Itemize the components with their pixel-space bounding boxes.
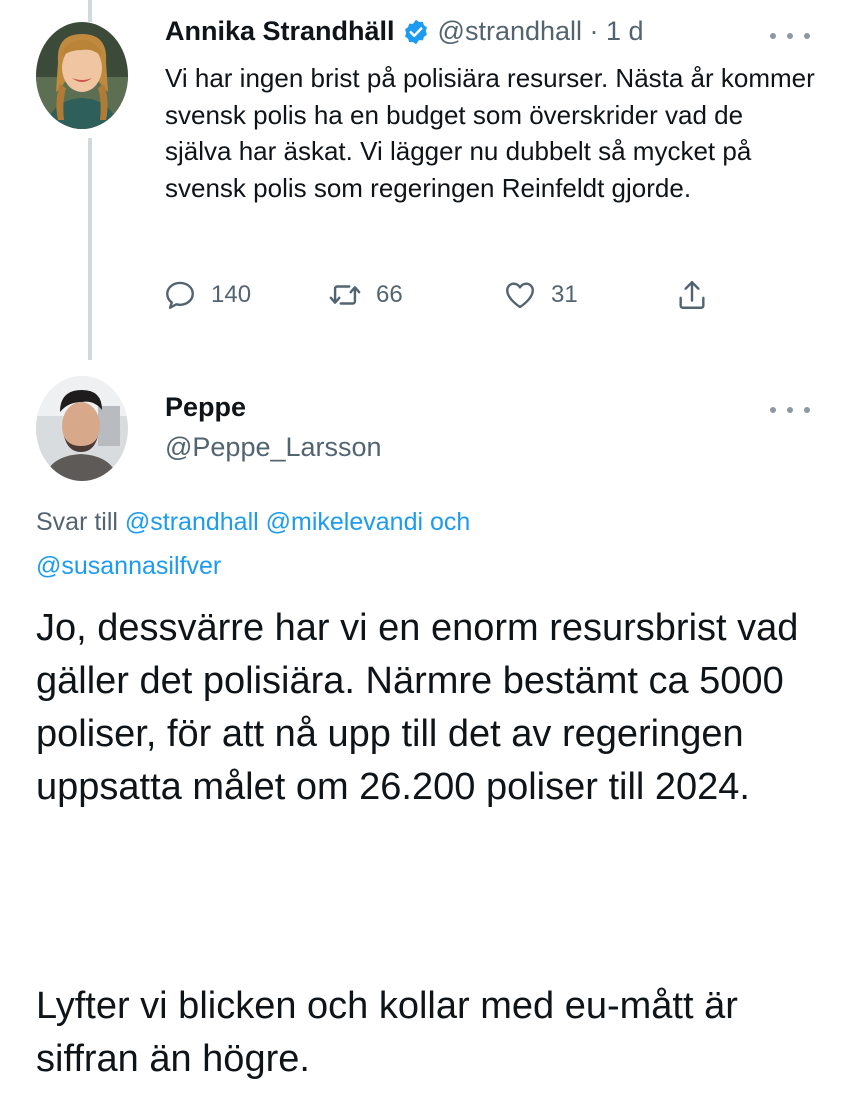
like-count: 31: [551, 281, 578, 308]
thread-line-top: [88, 0, 92, 22]
tweet-actions: 140 66 31: [163, 278, 723, 318]
avatar-image: [36, 376, 128, 481]
retweet-count: 66: [376, 281, 403, 308]
reply-prefix: Svar till: [36, 508, 125, 536]
verified-badge-icon: [404, 19, 427, 44]
like-icon: [506, 282, 534, 309]
author-handle[interactable]: @Peppe_Larsson: [165, 432, 382, 463]
like-button[interactable]: 31: [503, 278, 578, 312]
more-options-icon[interactable]: [770, 26, 810, 46]
reply-context: Svar till @strandhall @mikelevandi och @s…: [36, 500, 796, 588]
avatar-annika[interactable]: [36, 22, 128, 129]
retweet-button[interactable]: 66: [328, 278, 403, 312]
share-icon: [679, 281, 705, 309]
tweet1-header: Annika Strandhäll @strandhall · 1 d: [165, 16, 644, 47]
mention-link[interactable]: @strandhall: [125, 508, 259, 536]
retweet-icon: [329, 285, 361, 305]
mention-link[interactable]: @mikelevandi: [266, 508, 423, 536]
mention-link[interactable]: @susannasilfver: [36, 552, 221, 580]
tweet-text: Lyfter vi blicken och kollar med eu-mått…: [36, 985, 738, 1080]
tweet-text: Vi har ingen brist på polisiära resurser…: [165, 63, 815, 203]
reply-button[interactable]: 140: [163, 278, 251, 312]
reply-icon: [166, 281, 194, 309]
reply-joiner: och: [429, 508, 471, 536]
avatar-peppe[interactable]: [36, 376, 128, 481]
thread-line: [88, 138, 92, 360]
author-name[interactable]: Peppe: [165, 392, 246, 423]
tweet-text: Jo, dessvärre har vi en enorm resursbris…: [36, 607, 799, 808]
share-button[interactable]: [675, 278, 709, 312]
more-options-icon[interactable]: [770, 400, 810, 420]
avatar-image: [36, 22, 128, 129]
author-name[interactable]: Annika Strandhäll: [165, 16, 395, 47]
author-handle-time[interactable]: @strandhall · 1 d: [438, 16, 644, 47]
reply-count: 140: [211, 281, 252, 308]
